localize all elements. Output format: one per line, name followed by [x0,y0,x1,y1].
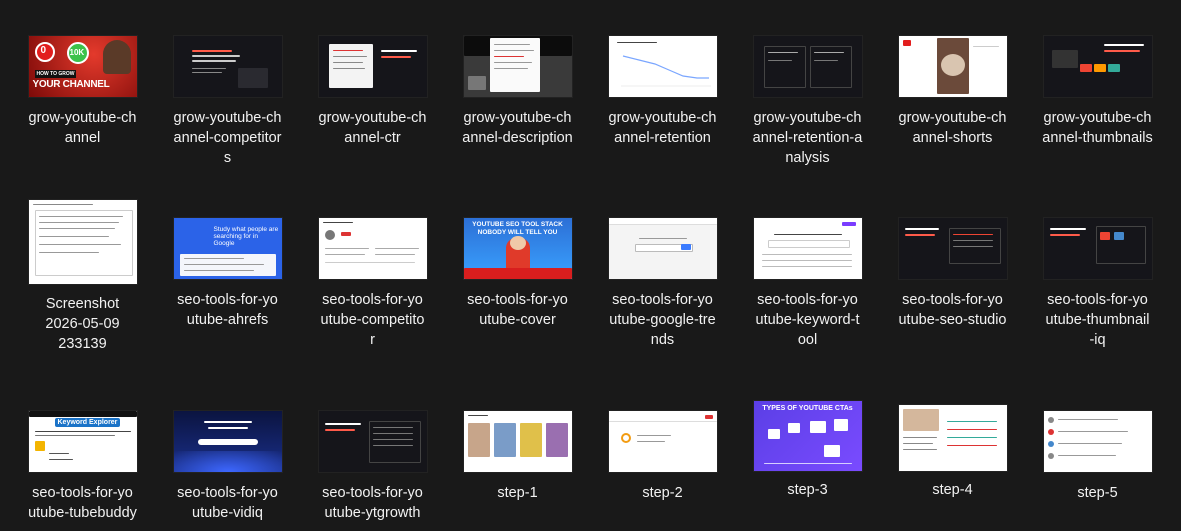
file-thumbnail [463,35,572,97]
file-thumbnail [608,217,717,279]
file-name: grow-youtube-ch annel-retention [608,110,717,146]
file-name: step-3 [787,482,828,498]
file-thumbnail [318,410,427,472]
file-grid: 0 10K HOW TO GROW YOUR CHANNEL grow-yout… [0,0,1181,531]
file-item[interactable]: grow-youtube-ch annel-description [445,30,590,148]
file-name: seo-tools-for-yo utube-cover [467,292,568,328]
file-thumbnail: YOUTUBE SEO TOOL STACK NOBODY WILL TELL … [463,217,572,279]
file-name: seo-tools-for-yo utube-seo-studio [898,292,1007,328]
file-name: grow-youtube-ch annel [28,110,137,146]
file-name: step-1 [497,485,538,501]
file-thumbnail [898,217,1007,279]
file-thumbnail [173,35,282,97]
file-item[interactable]: grow-youtube-ch annel-thumbnails [1025,30,1170,148]
file-thumbnail [898,405,1007,471]
file-thumbnail: Keyword Explorer [28,410,137,472]
file-item[interactable]: grow-youtube-ch annel-ctr [300,30,445,148]
file-name: grow-youtube-ch annel-ctr [318,110,427,146]
file-item[interactable]: grow-youtube-ch annel-competitor s [155,30,300,168]
file-thumbnail [898,35,1007,97]
file-name: seo-tools-for-yo utube-tubebuddy [28,485,137,521]
file-item[interactable]: step-1 [445,405,590,503]
file-name: grow-youtube-ch annel-description [462,110,573,146]
file-name: grow-youtube-ch annel-thumbnails [1042,110,1153,146]
file-thumbnail [608,410,717,472]
file-name: seo-tools-for-yo utube-ytgrowth [322,485,423,521]
file-thumbnail [753,217,862,279]
file-item[interactable]: seo-tools-for-yo utube-vidiq [155,405,300,523]
file-name: grow-youtube-ch annel-competitor s [173,110,282,166]
file-thumbnail: 0 10K HOW TO GROW YOUR CHANNEL [28,35,137,97]
file-item[interactable]: grow-youtube-ch annel-retention [590,30,735,148]
file-item[interactable]: step-4 [880,402,1025,500]
file-item[interactable]: grow-youtube-ch annel-retention-a nalysis [735,30,880,168]
file-item[interactable]: step-5 [1025,405,1170,503]
file-item[interactable]: seo-tools-for-yo utube-keyword-t ool [735,212,880,350]
file-item[interactable]: 0 10K HOW TO GROW YOUR CHANNEL grow-yout… [10,30,155,148]
file-item[interactable]: seo-tools-for-yo utube-seo-studio [880,212,1025,330]
file-thumbnail [1043,217,1152,279]
file-item[interactable]: TYPES OF YOUTUBE CTAs step-3 [735,398,880,500]
file-name: seo-tools-for-yo utube-vidiq [177,485,278,521]
file-thumbnail: TYPES OF YOUTUBE CTAs [753,401,862,471]
file-name: step-5 [1077,485,1118,501]
file-thumbnail [173,410,282,472]
file-item[interactable]: seo-tools-for-yo utube-google-tre nds [590,212,735,350]
file-item[interactable]: YOUTUBE SEO TOOL STACK NOBODY WILL TELL … [445,212,590,330]
file-thumbnail [1043,410,1152,472]
file-item[interactable]: step-2 [590,405,735,503]
file-name: step-4 [932,482,973,498]
file-thumbnail [318,35,427,97]
file-name: seo-tools-for-yo utube-ahrefs [177,292,278,328]
file-item[interactable]: seo-tools-for-yo utube-competito r [300,212,445,350]
file-name: seo-tools-for-yo utube-google-tre nds [609,292,716,348]
file-thumbnail: Study what people are searching for in G… [173,217,282,279]
file-thumbnail [318,217,427,279]
file-name: seo-tools-for-yo utube-keyword-t ool [755,292,860,348]
file-name: step-2 [642,485,683,501]
file-name: seo-tools-for-yo utube-thumbnail -iq [1045,292,1150,348]
file-thumbnail [463,410,572,472]
file-name: grow-youtube-ch annel-retention-a nalysis [752,110,863,166]
file-name: grow-youtube-ch annel-shorts [898,110,1007,146]
file-item[interactable]: Keyword Explorer seo-tools-for-yo utube-t… [10,405,155,523]
file-item[interactable]: Screenshot 2026-05-09 233139 [10,200,155,354]
file-item[interactable]: Study what people are searching for in G… [155,212,300,330]
file-thumbnail [1043,35,1152,97]
file-name: seo-tools-for-yo utube-competito r [320,292,425,348]
file-item[interactable]: seo-tools-for-yo utube-thumbnail -iq [1025,212,1170,350]
file-item[interactable]: seo-tools-for-yo utube-ytgrowth [300,405,445,523]
file-item[interactable]: grow-youtube-ch annel-shorts [880,30,1025,148]
file-thumbnail [28,200,137,284]
file-thumbnail [753,35,862,97]
file-thumbnail [608,35,717,97]
file-name: Screenshot 2026-05-09 233139 [45,296,120,352]
